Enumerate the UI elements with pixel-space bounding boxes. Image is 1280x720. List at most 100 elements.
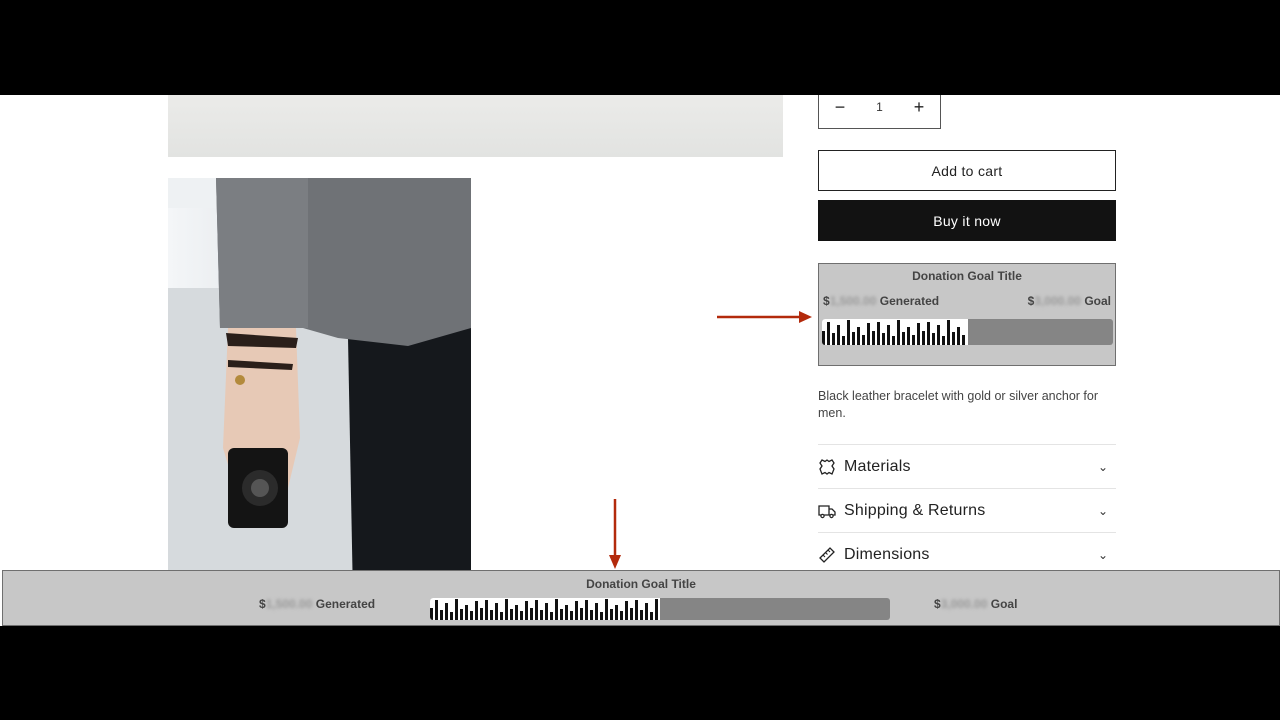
progress-stripe <box>867 323 870 345</box>
donation-goal-widget: Donation Goal Title $1,500.00 Generated … <box>818 263 1116 366</box>
progress-stripe <box>932 333 935 345</box>
goal-value: 3,000.00 <box>1034 294 1081 308</box>
progress-stripe <box>460 609 463 620</box>
progress-stripe <box>430 608 433 620</box>
progress-stripe <box>827 322 830 345</box>
progress-stripe <box>600 612 603 620</box>
progress-stripe <box>435 600 438 620</box>
goal-label: Goal <box>990 597 1018 611</box>
progress-stripe <box>942 336 945 345</box>
progress-stripe <box>630 608 633 620</box>
accordion-label: Shipping & Returns <box>844 501 986 519</box>
progress-stripe <box>465 605 468 620</box>
progress-stripe <box>822 331 825 345</box>
donation-goal-amount: $3,000.00 Goal <box>934 597 1017 611</box>
donation-progress-fill <box>822 319 968 345</box>
sticky-donation-goal-bar: Donation Goal Title $1,500.00 Generated … <box>2 570 1280 626</box>
progress-stripe <box>450 612 453 620</box>
progress-stripe <box>440 610 443 620</box>
quantity-selector: − 1 + <box>818 95 941 129</box>
progress-stripe <box>475 601 478 620</box>
donation-generated-amount: $1,500.00 Generated <box>823 294 939 308</box>
progress-stripe <box>857 327 860 345</box>
donation-goal-title: Donation Goal Title <box>912 269 1022 283</box>
progress-stripe <box>892 336 895 345</box>
progress-stripe <box>570 611 573 620</box>
progress-stripe <box>912 335 915 345</box>
progress-stripe <box>560 609 563 620</box>
progress-stripe <box>927 322 930 345</box>
leather-icon <box>818 458 836 476</box>
progress-stripe <box>620 611 623 620</box>
generated-label: Generated <box>315 597 376 611</box>
accordion-shipping-returns[interactable]: Shipping & Returns ⌄ <box>818 488 1116 532</box>
progress-stripe <box>837 325 840 345</box>
chevron-down-icon: ⌄ <box>1097 547 1108 562</box>
progress-stripe <box>872 331 875 345</box>
donation-progress-bar <box>822 319 1113 345</box>
progress-stripe <box>525 601 528 620</box>
donation-goal-title: Donation Goal Title <box>586 577 696 591</box>
progress-stripe <box>897 320 900 345</box>
progress-stripe <box>515 605 518 620</box>
progress-stripe <box>650 612 653 620</box>
progress-stripe <box>485 600 488 620</box>
progress-stripe <box>535 600 538 620</box>
progress-stripe <box>962 335 965 345</box>
progress-stripe <box>605 599 608 620</box>
progress-stripe <box>500 612 503 620</box>
progress-stripe <box>610 609 613 620</box>
generated-value: 1,500.00 <box>265 597 313 611</box>
currency-symbol: $ <box>259 597 266 611</box>
truck-icon <box>818 502 836 520</box>
product-image-model <box>168 178 471 598</box>
progress-stripe <box>565 605 568 620</box>
progress-stripe <box>590 610 593 620</box>
progress-stripe <box>882 333 885 345</box>
currency-symbol: $ <box>934 597 941 611</box>
donation-progress-fill <box>430 598 660 620</box>
annotation-arrow-down-icon <box>609 499 621 569</box>
chevron-down-icon: ⌄ <box>1097 503 1108 518</box>
progress-stripe <box>635 600 638 620</box>
product-page: − 1 + Add to cart Buy it now Donation Go… <box>0 95 1280 626</box>
product-image-top <box>168 95 783 157</box>
progress-stripe <box>832 333 835 345</box>
progress-stripe <box>645 603 648 620</box>
quantity-decrease-button[interactable]: − <box>833 97 847 118</box>
progress-stripe <box>490 610 493 620</box>
goal-value: 3,000.00 <box>940 597 988 611</box>
progress-stripe <box>580 608 583 620</box>
progress-stripe <box>957 327 960 345</box>
progress-stripe <box>445 603 448 620</box>
accordion-materials[interactable]: Materials ⌄ <box>818 444 1116 488</box>
progress-stripe <box>852 332 855 345</box>
progress-stripe <box>555 599 558 620</box>
quantity-increase-button[interactable]: + <box>912 97 926 118</box>
progress-stripe <box>877 322 880 345</box>
progress-stripe <box>455 599 458 620</box>
progress-stripe <box>550 612 553 620</box>
goal-label: Goal <box>1084 294 1111 308</box>
progress-stripe <box>937 325 940 345</box>
buy-it-now-button[interactable]: Buy it now <box>818 200 1116 241</box>
progress-stripe <box>585 600 588 620</box>
chevron-down-icon: ⌄ <box>1097 459 1108 474</box>
generated-label: Generated <box>879 294 940 308</box>
donation-progress-bar <box>430 598 890 620</box>
progress-stripe <box>842 336 845 345</box>
add-to-cart-button[interactable]: Add to cart <box>818 150 1116 191</box>
ruler-icon <box>818 546 836 564</box>
progress-stripe <box>625 601 628 620</box>
progress-stripe <box>640 610 643 620</box>
progress-stripe <box>862 335 865 345</box>
progress-stripe <box>540 610 543 620</box>
generated-value: 1,500.00 <box>829 294 877 308</box>
donation-generated-amount: $1,500.00 Generated <box>259 597 375 611</box>
progress-stripe <box>480 608 483 620</box>
accordion-label: Materials <box>844 457 911 475</box>
quantity-value[interactable]: 1 <box>876 100 883 114</box>
progress-stripe <box>887 325 890 345</box>
progress-stripe <box>510 609 513 620</box>
progress-stripe <box>545 603 548 620</box>
